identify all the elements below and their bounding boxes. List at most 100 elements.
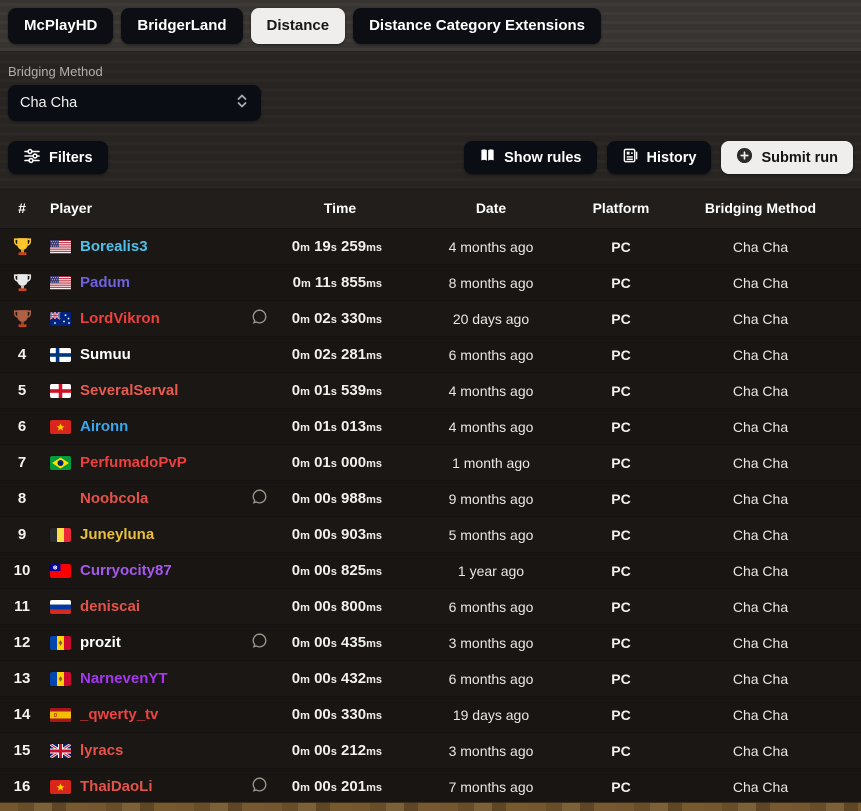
bridging-method-cell: Cha Cha (732, 310, 789, 327)
es-flag-icon (50, 707, 71, 722)
top-tab-bar: McPlayHD BridgerLand Distance Distance C… (0, 0, 861, 52)
platform-cell: PC (611, 490, 631, 507)
md-flag-icon (50, 671, 71, 686)
player-name-link[interactable]: deniscai (80, 598, 140, 615)
player-cell: Padum (44, 265, 280, 300)
table-row[interactable]: 5 SeveralServal 0m 01s 539ms 4 months ag… (0, 372, 861, 408)
player-cell: Curryocity87 (44, 553, 280, 588)
player-cell: prozit (44, 625, 280, 660)
player-cell: PerfumadoPvP (44, 445, 280, 480)
tab-distance-category-extensions[interactable]: Distance Category Extensions (353, 8, 601, 44)
table-row[interactable]: 12 prozit 0m 00s 435ms 3 months ago PC C… (0, 624, 861, 660)
comment-bubble-icon[interactable] (251, 488, 268, 510)
bridging-method-select[interactable]: Cha Cha (8, 85, 261, 121)
table-row[interactable]: 9 Juneyluna 0m 00s 903ms 5 months ago PC… (0, 516, 861, 552)
bridging-method-cell: Cha Cha (732, 238, 789, 255)
platform-cell: PC (611, 238, 631, 255)
table-row[interactable]: 6 Aironn 0m 01s 013ms 4 months ago PC Ch… (0, 408, 861, 444)
player-name-link[interactable]: Sumuu (80, 346, 131, 363)
player-name-link[interactable]: Noobcola (80, 490, 148, 507)
player-name-link[interactable]: NarnevenYT (80, 670, 168, 687)
player-name-link[interactable]: PerfumadoPvP (80, 454, 187, 471)
rank-cell: 7 (17, 454, 27, 471)
bridging-method-cell: Cha Cha (732, 670, 789, 687)
leaderboard-table: # Player Time Date Platform Bridging Met… (0, 188, 861, 804)
date-cell: 9 months ago (448, 490, 534, 507)
time-cell: 0m 00s 435ms (291, 634, 382, 651)
time-cell: 0m 00s 800ms (291, 598, 382, 615)
header-date: Date (475, 200, 507, 216)
history-button[interactable]: History (606, 141, 712, 174)
player-name-link[interactable]: Juneyluna (80, 526, 154, 543)
date-cell: 4 months ago (448, 382, 534, 399)
player-name-link[interactable]: prozit (80, 634, 121, 651)
time-cell: 0m 01s 000ms (291, 454, 382, 471)
toolbar: Filters Show rules History Submit run (0, 121, 861, 174)
player-name-link[interactable]: _qwerty_tv (80, 706, 158, 723)
table-row[interactable]: 4 Sumuu 0m 02s 281ms 6 months ago PC Cha… (0, 336, 861, 372)
table-row[interactable]: LordVikron 0m 02s 330ms 20 days ago PC C… (0, 300, 861, 336)
rank-cell (0, 308, 44, 329)
platform-cell: PC (611, 274, 631, 291)
bridging-method-cell: Cha Cha (732, 562, 789, 579)
table-row[interactable]: 13 NarnevenYT 0m 00s 432ms 6 months ago … (0, 660, 861, 696)
tab-distance[interactable]: Distance (250, 8, 346, 44)
bridging-method-cell: Cha Cha (732, 634, 789, 651)
submit-run-button[interactable]: Submit run (721, 141, 853, 174)
rank-cell: 11 (14, 598, 30, 615)
table-row[interactable]: 14 _qwerty_tv 0m 00s 330ms 19 days ago P… (0, 696, 861, 732)
book-icon (479, 147, 496, 168)
player-cell: lyracs (44, 733, 280, 768)
header-time: Time (323, 200, 357, 216)
bridging-method-cell: Cha Cha (732, 346, 789, 363)
tab-bridgerland[interactable]: BridgerLand (121, 8, 243, 44)
rank-cell: 6 (17, 418, 27, 435)
player-name-link[interactable]: ThaiDaoLi (80, 778, 153, 795)
player-cell: _qwerty_tv (44, 697, 280, 732)
player-name-link[interactable]: Borealis3 (80, 238, 148, 255)
platform-cell: PC (611, 346, 631, 363)
time-cell: 0m 00s 988ms (291, 490, 382, 507)
history-button-label: History (646, 149, 697, 166)
filters-button[interactable]: Filters (8, 141, 108, 174)
table-row[interactable]: 8 Noobcola 0m 00s 988ms 9 months ago PC … (0, 480, 861, 516)
player-cell: deniscai (44, 589, 280, 624)
comment-bubble-icon[interactable] (251, 308, 268, 330)
md-flag-icon (50, 635, 71, 650)
player-name-link[interactable]: Curryocity87 (80, 562, 172, 579)
table-body: Borealis3 0m 19s 259ms 4 months ago PC C… (0, 228, 861, 804)
vn-flag-icon (50, 419, 71, 434)
rank-cell (0, 272, 44, 293)
table-row[interactable]: 10 Curryocity87 0m 00s 825ms 1 year ago … (0, 552, 861, 588)
player-name-link[interactable]: LordVikron (80, 310, 160, 327)
table-row[interactable]: Borealis3 0m 19s 259ms 4 months ago PC C… (0, 228, 861, 264)
date-cell: 6 months ago (448, 598, 534, 615)
time-cell: 0m 02s 281ms (291, 346, 382, 363)
player-name-link[interactable]: lyracs (80, 742, 123, 759)
comment-bubble-icon[interactable] (251, 632, 268, 654)
rank-cell: 8 (17, 490, 27, 507)
fi-flag-icon (50, 347, 71, 362)
rank-cell: 4 (17, 346, 27, 363)
player-name-link[interactable]: Aironn (80, 418, 128, 435)
time-cell: 0m 00s 212ms (291, 742, 382, 759)
bridging-method-cell: Cha Cha (732, 490, 789, 507)
filter-section: Bridging Method Cha Cha (0, 52, 861, 121)
bridging-method-cell: Cha Cha (732, 778, 789, 795)
time-cell: 0m 11s 855ms (292, 274, 382, 291)
header-platform: Platform (592, 200, 650, 216)
player-name-link[interactable]: SeveralServal (80, 382, 178, 399)
bridging-method-cell: Cha Cha (732, 274, 789, 291)
table-row[interactable]: 15 lyracs 0m 00s 212ms 3 months ago PC C… (0, 732, 861, 768)
header-bridging-method: Bridging Method (704, 200, 817, 216)
comment-bubble-icon[interactable] (251, 776, 268, 798)
table-row[interactable]: 11 deniscai 0m 00s 800ms 6 months ago PC… (0, 588, 861, 624)
table-row[interactable]: 16 ThaiDaoLi 0m 00s 201ms 7 months ago P… (0, 768, 861, 804)
plus-circle-icon (736, 147, 753, 168)
player-name-link[interactable]: Padum (80, 274, 130, 291)
show-rules-button[interactable]: Show rules (464, 141, 597, 174)
tab-mcplayhd[interactable]: McPlayHD (8, 8, 114, 44)
table-row[interactable]: Padum 0m 11s 855ms 8 months ago PC Cha C… (0, 264, 861, 300)
platform-cell: PC (611, 526, 631, 543)
table-row[interactable]: 7 PerfumadoPvP 0m 01s 000ms 1 month ago … (0, 444, 861, 480)
